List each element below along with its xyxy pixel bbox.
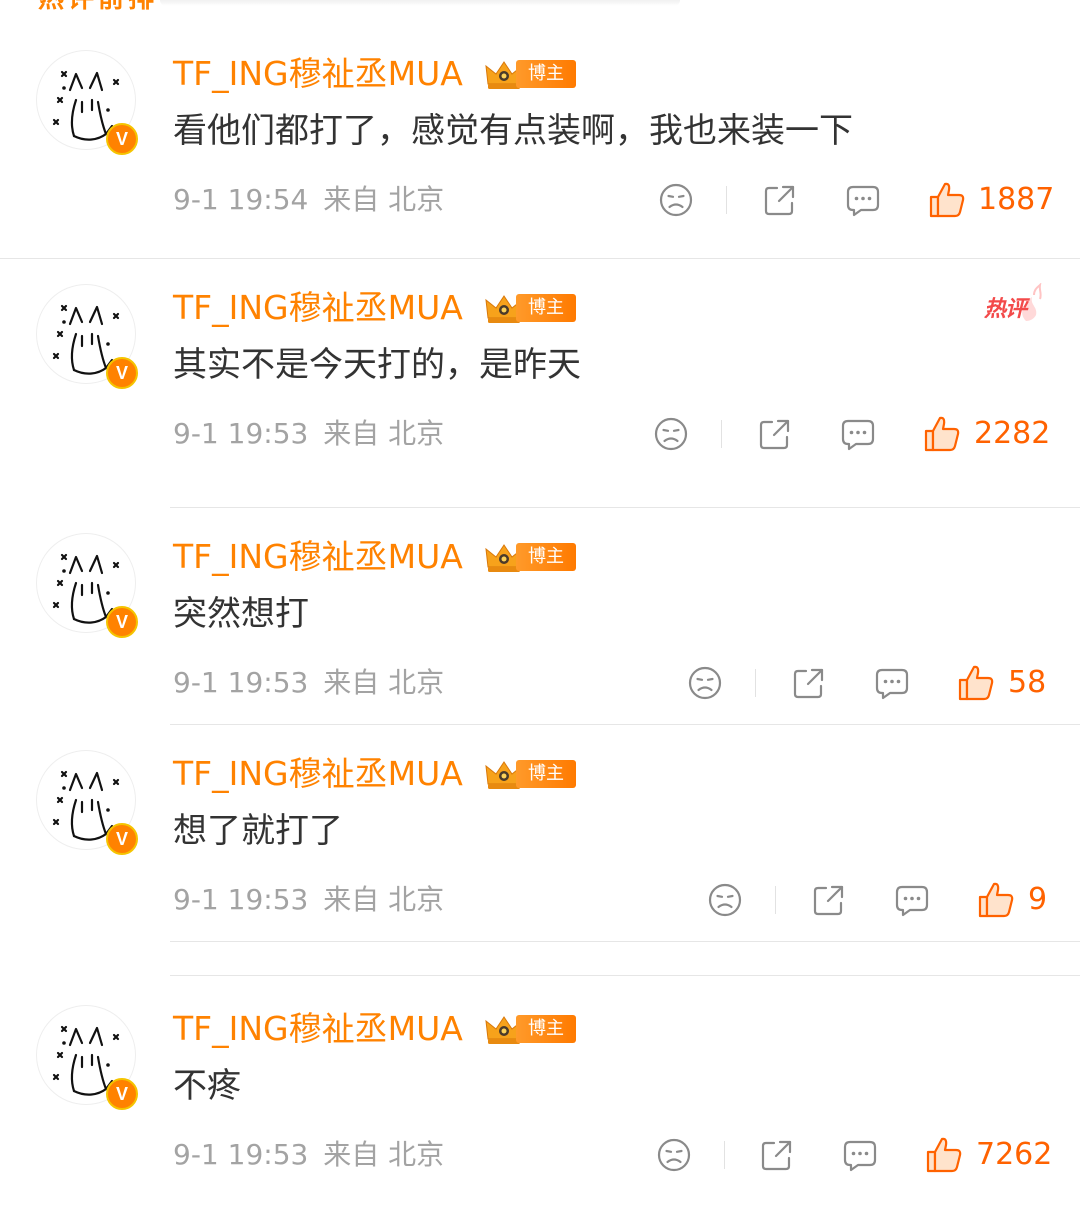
blogger-badge: 博主 — [516, 1015, 576, 1043]
comment-time: 9-1 19:53 — [173, 417, 309, 450]
verified-badge-icon: V — [106, 357, 138, 389]
like-count[interactable]: 9 — [1028, 882, 1047, 918]
action-separator — [726, 186, 727, 214]
action-separator — [721, 420, 722, 448]
comment-time: 9-1 19:53 — [173, 883, 309, 916]
share-icon[interactable] — [759, 1137, 795, 1173]
divider — [170, 975, 1080, 976]
comment-location: 来自 北京 — [323, 183, 445, 216]
top-section-title-fragment: 热评前排 — [38, 0, 158, 15]
like-count[interactable]: 1887 — [978, 182, 1054, 218]
top-shadow — [160, 0, 680, 6]
divider — [170, 941, 1080, 942]
like-count[interactable]: 58 — [1008, 665, 1046, 701]
thumbs-up-icon[interactable] — [957, 664, 995, 702]
hot-comment-label: 热评 — [984, 297, 1027, 322]
thumbs-up-icon[interactable] — [925, 1136, 963, 1174]
sad-face-icon[interactable] — [687, 665, 723, 701]
comment-meta: 9-1 19:53 来自 北京 — [173, 416, 444, 452]
verified-badge-icon: V — [106, 123, 138, 155]
verified-badge-icon: V — [106, 823, 138, 855]
comment-bubble-icon[interactable] — [842, 1137, 878, 1173]
comment-meta: 9-1 19:53 来自 北京 — [173, 665, 444, 701]
blogger-badge: 博主 — [516, 543, 576, 571]
comment-time: 9-1 19:54 — [173, 183, 309, 216]
comment-time: 9-1 19:53 — [173, 666, 309, 699]
username[interactable]: TF_ING穆祉丞MUA — [173, 754, 463, 794]
comment-text: 想了就打了 — [173, 811, 343, 851]
username[interactable]: TF_ING穆祉丞MUA — [173, 288, 463, 328]
comment-bubble-icon[interactable] — [894, 882, 930, 918]
action-separator — [775, 886, 776, 914]
comment-location: 来自 北京 — [323, 1138, 445, 1171]
comment-location: 来自 北京 — [323, 883, 445, 916]
comment-time: 9-1 19:53 — [173, 1138, 309, 1171]
comment-text: 看他们都打了，感觉有点装啊，我也来装一下 — [173, 111, 853, 151]
username[interactable]: TF_ING穆祉丞MUA — [173, 537, 463, 577]
blogger-badge: 博主 — [516, 60, 576, 88]
sad-face-icon[interactable] — [653, 416, 689, 452]
divider — [170, 724, 1080, 725]
sad-face-icon[interactable] — [707, 882, 743, 918]
thumbs-up-icon[interactable] — [928, 181, 966, 219]
comment-item: V TF_ING穆祉丞MUA 博主 想了就打了 9-1 19:53 来自 北京 … — [0, 750, 1080, 970]
comment-bubble-icon[interactable] — [840, 416, 876, 452]
username[interactable]: TF_ING穆祉丞MUA — [173, 54, 463, 94]
verified-badge-icon: V — [106, 1078, 138, 1110]
comment-meta: 9-1 19:53 来自 北京 — [173, 1137, 444, 1173]
comment-meta: 9-1 19:54 来自 北京 — [173, 182, 444, 218]
verified-badge-icon: V — [106, 606, 138, 638]
comment-text: 突然想打 — [173, 594, 309, 634]
comment-item: V TF_ING穆祉丞MUA 博主 看他们都打了，感觉有点装啊，我也来装一下 9… — [0, 50, 1080, 270]
username[interactable]: TF_ING穆祉丞MUA — [173, 1009, 463, 1049]
hot-comment-tag: 热评 — [982, 283, 1042, 323]
blogger-badge: 博主 — [516, 294, 576, 322]
comment-text: 其实不是今天打的，是昨天 — [173, 345, 581, 385]
action-separator — [755, 669, 756, 697]
share-icon[interactable] — [811, 882, 847, 918]
blogger-badge: 博主 — [516, 760, 576, 788]
thumbs-up-icon[interactable] — [977, 881, 1015, 919]
thumbs-up-icon[interactable] — [923, 415, 961, 453]
sad-face-icon[interactable] — [658, 182, 694, 218]
comment-item: V TF_ING穆祉丞MUA 博主 不疼 9-1 19:53 来自 北京 726… — [0, 1005, 1080, 1225]
comment-bubble-icon[interactable] — [874, 665, 910, 701]
like-count[interactable]: 2282 — [974, 416, 1050, 452]
comment-item: V TF_ING穆祉丞MUA 博主 突然想打 9-1 19:53 来自 北京 5… — [0, 533, 1080, 753]
comment-meta: 9-1 19:53 来自 北京 — [173, 882, 444, 918]
share-icon[interactable] — [762, 182, 798, 218]
share-icon[interactable] — [757, 416, 793, 452]
comment-location: 来自 北京 — [323, 417, 445, 450]
comment-location: 来自 北京 — [323, 666, 445, 699]
comment-text: 不疼 — [173, 1066, 241, 1106]
share-icon[interactable] — [791, 665, 827, 701]
divider — [170, 507, 1080, 508]
divider — [0, 258, 1080, 259]
comment-bubble-icon[interactable] — [845, 182, 881, 218]
action-separator — [724, 1141, 725, 1169]
sad-face-icon[interactable] — [656, 1137, 692, 1173]
like-count[interactable]: 7262 — [976, 1137, 1052, 1173]
comment-item: V TF_ING穆祉丞MUA 博主 其实不是今天打的，是昨天 9-1 19:53… — [0, 284, 1080, 504]
